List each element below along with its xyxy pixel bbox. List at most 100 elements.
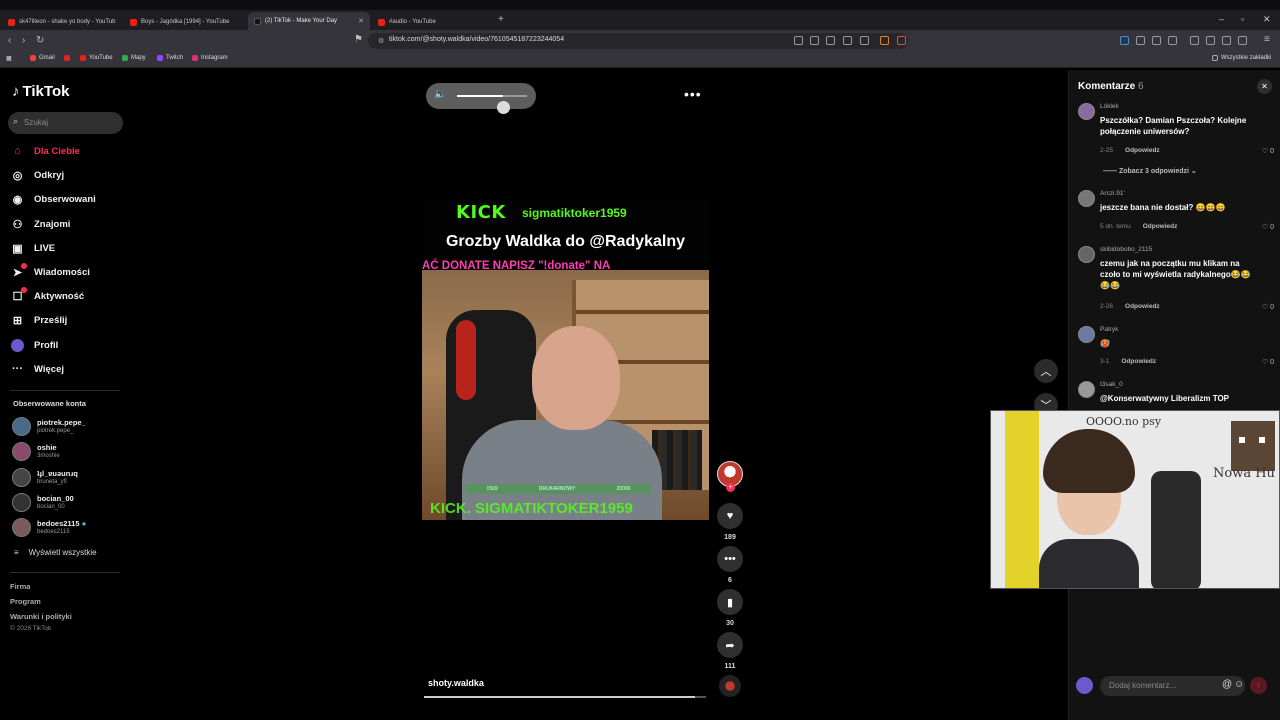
creator-avatar[interactable]: +	[717, 461, 743, 492]
comment-like[interactable]: ♡ 0	[1262, 358, 1274, 366]
footer-link-program[interactable]: Program	[10, 597, 41, 606]
followed-account[interactable]: oshie 3moshie	[12, 440, 60, 462]
bookmark-icon[interactable]: ▮	[717, 589, 743, 615]
see-replies-button[interactable]: —— Zobacz 3 odpowiedzi ⌄	[1103, 167, 1197, 175]
avatar[interactable]	[1078, 103, 1095, 120]
followed-account[interactable]: ʇɟl_ɐuǝunɹq bruneta_yfl	[12, 466, 78, 488]
close-comments-button[interactable]: ✕	[1257, 79, 1272, 94]
nav-item-aktywnosc[interactable]: ☐ Aktywność	[10, 286, 84, 305]
volume-control[interactable]: 🔈	[426, 83, 536, 114]
nav-item-odkryj[interactable]: ◎ Odkryj	[10, 166, 64, 184]
comment-action[interactable]: ••• 6	[717, 546, 743, 584]
translate-icon[interactable]	[810, 36, 819, 45]
browser-tab[interactable]: #audio - YouTube	[372, 14, 490, 30]
footer-link-terms[interactable]: Warunki i polityki	[10, 612, 72, 621]
save-action[interactable]: ▮ 30	[717, 589, 743, 627]
avatar[interactable]	[1078, 190, 1095, 207]
comment-like[interactable]: ♡ 0	[1262, 303, 1274, 311]
nav-item-wiecej[interactable]: ··· Więcej	[10, 360, 64, 378]
close-icon[interactable]: ✕	[358, 17, 364, 25]
minimize-icon[interactable]: –	[1219, 14, 1224, 24]
comment-user[interactable]: skibidobobo_2115	[1100, 246, 1152, 253]
media-icon[interactable]	[1190, 36, 1199, 45]
cast-icon[interactable]	[843, 36, 852, 45]
avatar[interactable]	[1078, 326, 1095, 343]
comment-user[interactable]: t3sak_0	[1100, 381, 1123, 388]
video-author[interactable]: shoty.waldka	[428, 678, 484, 688]
volume-slider[interactable]	[457, 95, 527, 114]
comment-like[interactable]: ♡ 0	[1262, 223, 1274, 231]
followed-account[interactable]: bocian_00 bocian_00	[12, 491, 74, 513]
extension-icon[interactable]	[1152, 36, 1161, 45]
site-info-icon[interactable]: ⚙	[378, 37, 384, 45]
comment-user[interactable]: Arczi.91'	[1100, 190, 1125, 197]
new-tab-icon[interactable]: +	[498, 14, 504, 25]
share-action[interactable]: ➦ 111	[717, 632, 743, 670]
bookmark-gmail[interactable]: Gmail	[30, 55, 55, 61]
bookmark-instagram[interactable]: Instagram	[192, 55, 228, 61]
reload-icon[interactable]: ↻	[36, 35, 44, 46]
nav-item-przeslij[interactable]: ⊞ Prześlij	[10, 311, 67, 329]
bookmark-mapy[interactable]: Mapy	[122, 55, 146, 61]
avatar[interactable]	[1078, 246, 1095, 263]
bookmark-youtube[interactable]: YouTube	[80, 55, 113, 61]
comment-like[interactable]: ♡ 0	[1262, 147, 1274, 155]
volume-knob[interactable]	[497, 101, 511, 114]
nav-item-profil[interactable]: Profil	[10, 336, 58, 354]
wallet-icon[interactable]	[1238, 36, 1247, 45]
extension-icon[interactable]	[1168, 36, 1177, 45]
follow-plus-icon[interactable]: +	[726, 483, 735, 492]
brave-shield-icon[interactable]	[880, 36, 889, 45]
nav-item-live[interactable]: ▣ LIVE	[10, 239, 55, 257]
mention-icon[interactable]: @	[1222, 679, 1232, 690]
music-disc-icon[interactable]	[719, 675, 741, 697]
tiktok-logo[interactable]: ♪ TikTok	[12, 83, 69, 100]
close-window-icon[interactable]: ✕	[1263, 14, 1271, 25]
browser-tab[interactable]: Boys - Jagódka [1994] - YouTube	[124, 14, 242, 30]
back-icon[interactable]: ‹	[8, 35, 11, 46]
sidebar-icon[interactable]	[1206, 36, 1215, 45]
bookmark-youtube-icon-only[interactable]	[64, 55, 70, 61]
extension-icon[interactable]	[1120, 36, 1129, 45]
previous-video-button[interactable]: ︿	[1034, 359, 1058, 383]
share-icon[interactable]	[860, 36, 869, 45]
nav-item-dla-ciebie[interactable]: ⌂ Dla Ciebie	[10, 142, 80, 160]
followed-account[interactable]: bedoes2115 ● bedoes2115	[12, 516, 86, 538]
speaker-icon[interactable]: 🔈	[434, 89, 446, 100]
comment-user[interactable]: Patryk	[1100, 326, 1118, 333]
avatar[interactable]	[1078, 381, 1095, 398]
nav-item-obserwowani[interactable]: ◉ Obserwowani	[10, 190, 96, 208]
comment-icon[interactable]: •••	[717, 546, 743, 572]
bookmark-twitch[interactable]: Twitch	[157, 55, 183, 61]
all-bookmarks[interactable]: Wszystkie zakładki	[1212, 55, 1271, 61]
menu-icon[interactable]: ≡	[1264, 34, 1270, 45]
share-arrow-icon[interactable]: ➦	[717, 632, 743, 658]
more-options-icon[interactable]: •••	[684, 86, 702, 102]
reply-button[interactable]: Odpowiedz	[1125, 303, 1160, 310]
search-input[interactable]: ⌕ Szukaj	[8, 112, 123, 134]
browser-tab[interactable]: sk47liteon - shake yo body - YouTub	[2, 14, 120, 30]
video-progress-bar[interactable]	[424, 696, 706, 698]
nav-item-wiadomosci[interactable]: ➤ Wiadomości	[10, 262, 90, 281]
heart-icon[interactable]: ♥	[717, 503, 743, 529]
like-action[interactable]: ♥ 189	[717, 503, 743, 541]
followed-account[interactable]: piotrek.pepe_ piotrek.pepe_	[12, 415, 86, 437]
footer-link-firma[interactable]: Firma	[10, 582, 30, 591]
reply-button[interactable]: Odpowiedz	[1143, 223, 1178, 230]
reply-button[interactable]: Odpowiedz	[1125, 147, 1160, 154]
emoji-icon[interactable]: ☺	[1234, 679, 1244, 690]
apps-icon[interactable]: ▦	[6, 55, 12, 62]
video-player[interactable]: KICK sigmatiktoker1959 Grozby Waldka do …	[422, 196, 709, 520]
comment-user[interactable]: Lóklek	[1100, 103, 1119, 110]
extension-icon[interactable]	[1136, 36, 1145, 45]
extension-icon[interactable]	[794, 36, 803, 45]
show-all-button[interactable]: ≡ Wyświetl wszystkie	[14, 548, 97, 557]
bookmark-icon[interactable]: ⚑	[354, 34, 363, 45]
forward-icon[interactable]: ›	[22, 35, 25, 46]
extension-icon[interactable]	[1222, 36, 1231, 45]
reply-button[interactable]: Odpowiedz	[1121, 358, 1156, 365]
browser-tab-active[interactable]: (2) TikTok - Make Your Day ✕	[248, 12, 370, 30]
rewards-icon[interactable]	[897, 36, 906, 45]
maximize-icon[interactable]: ▫	[1241, 14, 1244, 24]
send-comment-button[interactable]: ↑	[1250, 677, 1267, 694]
